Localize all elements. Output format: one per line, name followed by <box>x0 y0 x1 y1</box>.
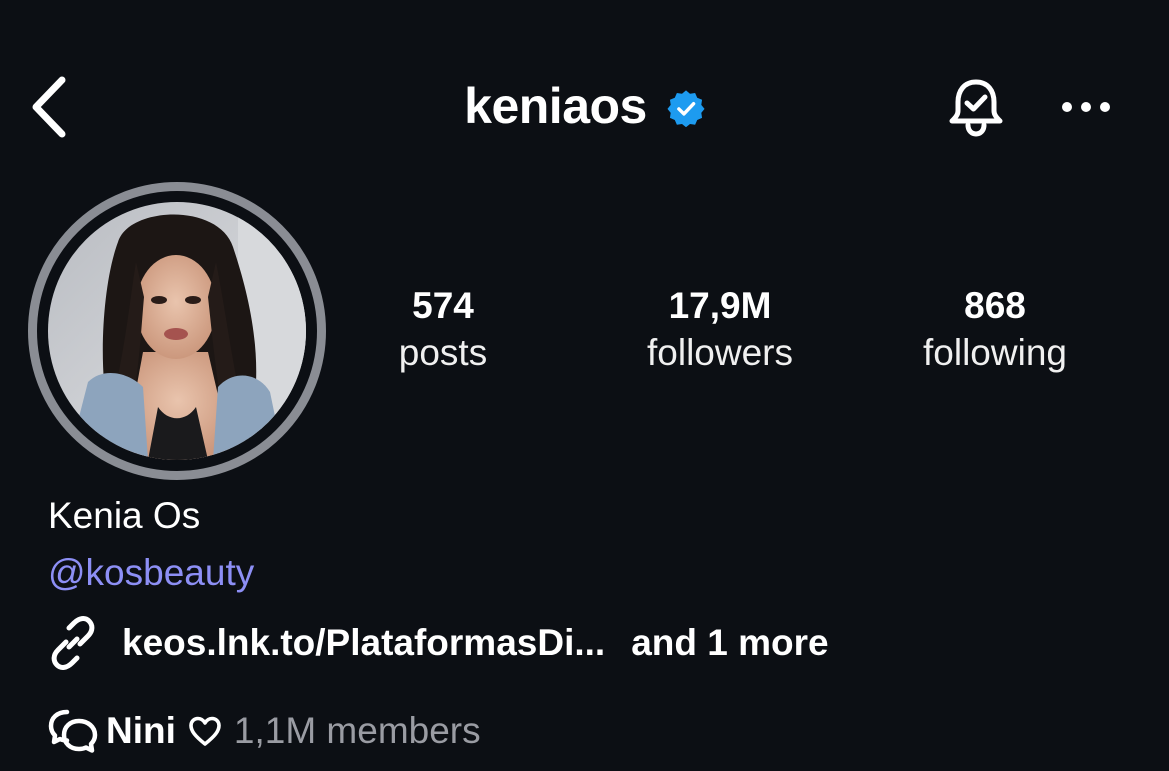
profile-display-name: Kenia Os <box>48 495 201 536</box>
more-options-button[interactable] <box>1055 82 1117 132</box>
stat-posts[interactable]: 574 posts <box>333 283 553 377</box>
channel-name: Nini <box>106 710 176 751</box>
back-button[interactable] <box>22 72 74 142</box>
stat-followers-value: 17,9M <box>668 285 772 326</box>
link-url: keos.lnk.to/PlataformasDi... <box>122 622 606 663</box>
chevron-left-icon <box>32 76 66 138</box>
broadcast-channel-icon <box>48 709 98 753</box>
profile-username: keniaos <box>464 78 647 134</box>
profile-external-link[interactable]: keos.lnk.to/PlataformasDi... and 1 more <box>46 612 829 674</box>
profile-photo <box>48 202 306 460</box>
stat-following-value: 868 <box>964 285 1026 326</box>
bell-check-icon <box>949 79 1003 137</box>
more-horizontal-icon <box>1062 102 1110 112</box>
channel-members-count: 1,1M members <box>233 710 481 751</box>
stat-following[interactable]: 868 following <box>885 283 1105 377</box>
link-more: and 1 more <box>631 622 829 663</box>
broadcast-channel[interactable]: Nini 1,1M members <box>48 702 481 760</box>
profile-mention-link[interactable]: @kosbeauty <box>48 552 254 594</box>
notifications-bell-button[interactable] <box>940 72 1012 142</box>
link-icon <box>51 616 95 670</box>
stat-followers-label: followers <box>647 332 793 373</box>
stat-posts-value: 574 <box>412 285 474 326</box>
stat-followers[interactable]: 17,9M followers <box>610 283 830 377</box>
heart-outline-icon <box>189 716 221 746</box>
stat-posts-label: posts <box>398 332 488 373</box>
verified-badge-icon <box>667 90 705 127</box>
profile-avatar[interactable] <box>28 182 326 480</box>
stat-following-label: following <box>923 332 1067 373</box>
